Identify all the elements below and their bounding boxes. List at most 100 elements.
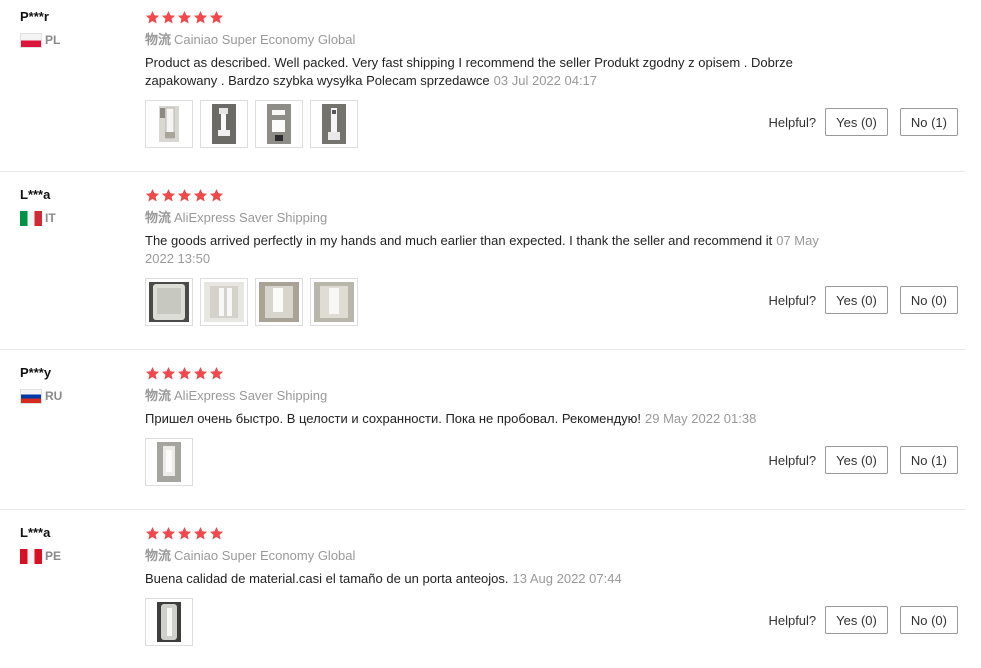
shipping-method: 物流 Cainiao Super Economy Global <box>145 547 835 565</box>
helpful-vote: Helpful? Yes (0) No (0) <box>768 286 958 314</box>
shipping-method: 物流 AliExpress Saver Shipping <box>145 209 835 227</box>
reviewer-info: P***y RU <box>20 364 130 404</box>
shipping-name: Cainiao Super Economy Global <box>174 32 356 47</box>
star-icon <box>145 188 160 201</box>
reviewer-info: P***r PL <box>20 8 130 48</box>
star-rating <box>145 524 835 542</box>
star-icon <box>193 366 208 379</box>
country-code: IT <box>45 211 56 225</box>
star-icon <box>161 366 176 379</box>
helpful-label: Helpful? <box>768 452 817 468</box>
star-icon <box>161 526 176 539</box>
helpful-vote: Helpful? Yes (0) No (1) <box>768 108 958 136</box>
review-photos <box>145 100 835 148</box>
shipping-prefix: 物流 <box>145 548 172 563</box>
helpful-yes-button[interactable]: Yes (0) <box>825 446 888 474</box>
reviewer-country: IT <box>20 210 130 226</box>
russia-flag-icon <box>20 388 42 404</box>
review-item: P***y RU 物流 AliExpress Saver Shipping При… <box>0 356 965 510</box>
review-body: Product as described. Well packed. Very … <box>145 55 793 88</box>
reviewer-country: RU <box>20 388 130 404</box>
star-rating <box>145 8 835 26</box>
reviewer-info: L***a PE <box>20 524 130 564</box>
star-icon <box>193 188 208 201</box>
review-photo[interactable] <box>310 100 358 148</box>
shipping-name: AliExpress Saver Shipping <box>174 210 328 225</box>
review-photo[interactable] <box>145 278 193 326</box>
review-date: 13 Aug 2022 07:44 <box>512 571 622 586</box>
star-icon <box>177 366 192 379</box>
review-text: Product as described. Well packed. Very … <box>145 54 835 90</box>
star-icon <box>209 366 224 379</box>
reviewer-country: PE <box>20 548 130 564</box>
reviewer-name: P***r <box>20 9 49 24</box>
helpful-no-button[interactable]: No (1) <box>899 446 958 474</box>
reviewer-name: P***y <box>20 365 52 380</box>
review-photos <box>145 438 835 486</box>
reviewer-name: L***a <box>20 525 51 540</box>
poland-flag-icon <box>20 32 42 48</box>
italy-flag-icon <box>20 210 42 226</box>
helpful-yes-button[interactable]: Yes (0) <box>825 606 888 634</box>
review-text: The goods arrived perfectly in my hands … <box>145 232 835 268</box>
helpful-label: Helpful? <box>768 114 817 130</box>
helpful-yes-button[interactable]: Yes (0) <box>825 108 888 136</box>
star-icon <box>193 10 208 23</box>
star-icon <box>161 10 176 23</box>
review-date: 03 Jul 2022 04:17 <box>493 73 598 88</box>
star-icon <box>145 526 160 539</box>
shipping-prefix: 物流 <box>145 210 172 225</box>
star-icon <box>161 188 176 201</box>
helpful-vote: Helpful? Yes (0) No (1) <box>768 446 958 474</box>
review-item: P***r PL 物流 Cainiao Super Economy Global … <box>0 0 965 172</box>
helpful-no-button[interactable]: No (0) <box>899 606 958 634</box>
star-icon <box>209 188 224 201</box>
shipping-name: AliExpress Saver Shipping <box>174 388 328 403</box>
helpful-label: Helpful? <box>768 292 817 308</box>
helpful-no-button[interactable]: No (1) <box>899 108 958 136</box>
helpful-label: Helpful? <box>768 612 817 628</box>
star-icon <box>177 188 192 201</box>
review-text: Пришел очень быстро. В целости и сохранн… <box>145 410 835 428</box>
country-code: RU <box>45 389 63 403</box>
peru-flag-icon <box>20 548 42 564</box>
review-photos <box>145 278 835 326</box>
review-content: 物流 Cainiao Super Economy Global Buena cal… <box>145 524 835 646</box>
review-content: 物流 Cainiao Super Economy Global Product a… <box>145 8 835 148</box>
review-body: Пришел очень быстро. В целости и сохранн… <box>145 411 642 426</box>
review-item: L***a PE 物流 Cainiao Super Economy Global … <box>0 516 965 668</box>
shipping-prefix: 物流 <box>145 388 172 403</box>
review-photo[interactable] <box>145 100 193 148</box>
shipping-name: Cainiao Super Economy Global <box>174 548 356 563</box>
review-item: L***a IT 物流 AliExpress Saver Shipping The… <box>0 178 965 350</box>
helpful-yes-button[interactable]: Yes (0) <box>825 286 888 314</box>
review-list: P***r PL 物流 Cainiao Super Economy Global … <box>0 0 981 668</box>
reviewer-name: L***a <box>20 187 51 202</box>
review-photos <box>145 598 835 646</box>
review-photo[interactable] <box>255 278 303 326</box>
review-photo[interactable] <box>145 438 193 486</box>
review-body: The goods arrived perfectly in my hands … <box>145 233 773 248</box>
shipping-method: 物流 AliExpress Saver Shipping <box>145 387 835 405</box>
star-rating <box>145 186 835 204</box>
review-content: 物流 AliExpress Saver Shipping Пришел очень… <box>145 364 835 486</box>
shipping-prefix: 物流 <box>145 32 172 47</box>
helpful-no-button[interactable]: No (0) <box>899 286 958 314</box>
review-photo[interactable] <box>200 278 248 326</box>
country-code: PL <box>45 33 61 47</box>
star-icon <box>145 366 160 379</box>
review-date: 29 May 2022 01:38 <box>645 411 757 426</box>
shipping-method: 物流 Cainiao Super Economy Global <box>145 31 835 49</box>
star-rating <box>145 364 835 382</box>
star-icon <box>209 526 224 539</box>
review-photo[interactable] <box>200 100 248 148</box>
star-icon <box>177 526 192 539</box>
reviewer-info: L***a IT <box>20 186 130 226</box>
review-photo[interactable] <box>310 278 358 326</box>
reviewer-country: PL <box>20 32 130 48</box>
country-code: PE <box>45 549 62 563</box>
star-icon <box>209 10 224 23</box>
review-photo[interactable] <box>255 100 303 148</box>
review-photo[interactable] <box>145 598 193 646</box>
review-body: Buena calidad de material.casi el tamaño… <box>145 571 509 586</box>
